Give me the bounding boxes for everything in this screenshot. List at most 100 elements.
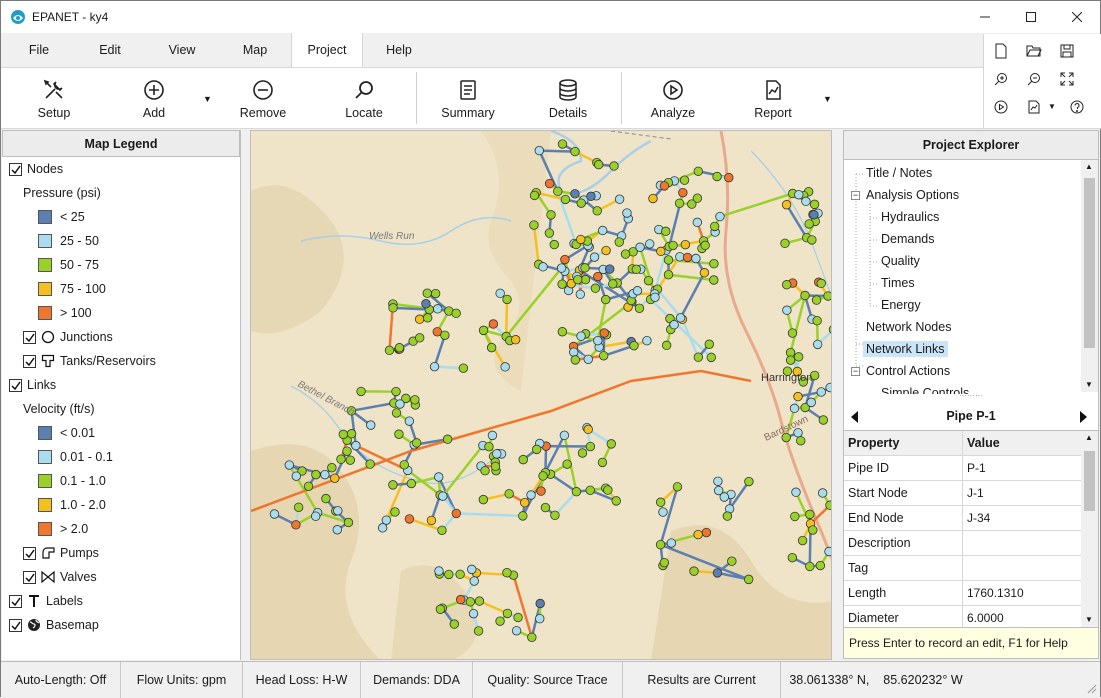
junction-node[interactable]: [577, 199, 586, 208]
junction-node[interactable]: [489, 320, 498, 329]
junction-node[interactable]: [692, 254, 701, 263]
junction-node[interactable]: [415, 334, 424, 343]
junction-node[interactable]: [795, 190, 804, 199]
pipe-link[interactable]: [506, 299, 507, 336]
status-quality[interactable]: Quality: Source Trace: [473, 662, 623, 698]
tree-demands[interactable]: Demands: [881, 232, 935, 246]
junction-node[interactable]: [681, 240, 690, 249]
property-value[interactable]: P-1: [964, 456, 1083, 481]
full-extent-button[interactable]: [1058, 70, 1076, 88]
junction-node[interactable]: [292, 521, 301, 530]
property-value[interactable]: J-34: [964, 506, 1083, 531]
pressure-bin-row[interactable]: > 100: [38, 302, 92, 324]
junction-node[interactable]: [539, 472, 548, 481]
junction-node[interactable]: [794, 392, 803, 401]
junction-node[interactable]: [422, 299, 431, 308]
nodes-checkbox[interactable]: [9, 163, 22, 176]
run-button[interactable]: [992, 98, 1010, 116]
property-scrollbar[interactable]: ▲ ▼: [1081, 431, 1098, 629]
legend-pumps-toggle[interactable]: Pumps: [23, 542, 99, 564]
junction-node[interactable]: [445, 570, 454, 579]
junctions-checkbox[interactable]: [23, 331, 36, 344]
junction-node[interactable]: [466, 598, 475, 607]
junction-node[interactable]: [491, 462, 500, 471]
junction-node[interactable]: [798, 536, 807, 545]
junction-node[interactable]: [392, 387, 401, 396]
junction-node[interactable]: [503, 295, 512, 304]
junction-node[interactable]: [802, 197, 811, 206]
tree-scrollbar[interactable]: ▲ ▼: [1081, 160, 1098, 392]
junction-node[interactable]: [825, 547, 832, 556]
junction-node[interactable]: [826, 383, 832, 392]
junction-node[interactable]: [675, 199, 684, 208]
report-quick-button[interactable]: [1025, 98, 1043, 116]
maximize-button[interactable]: [1008, 1, 1054, 33]
junction-node[interactable]: [312, 470, 321, 479]
junction-node[interactable]: [343, 447, 352, 456]
close-button[interactable]: [1054, 1, 1100, 33]
junction-node[interactable]: [782, 280, 791, 289]
junction-node[interactable]: [782, 200, 791, 209]
junction-node[interactable]: [571, 147, 580, 156]
junction-node[interactable]: [643, 336, 652, 345]
pressure-bin-row[interactable]: < 25: [38, 206, 85, 228]
junction-node[interactable]: [395, 430, 404, 439]
junction-node[interactable]: [810, 210, 819, 219]
junction-node[interactable]: [469, 609, 478, 618]
junction-node[interactable]: [270, 510, 279, 519]
junction-node[interactable]: [569, 348, 578, 357]
junction-node[interactable]: [366, 421, 375, 430]
junction-node[interactable]: [599, 351, 608, 360]
junction-node[interactable]: [545, 179, 554, 188]
junction-node[interactable]: [593, 207, 602, 216]
junction-node[interactable]: [452, 509, 461, 518]
junction-node[interactable]: [819, 416, 828, 425]
junction-node[interactable]: [817, 279, 826, 288]
scroll-up-arrow[interactable]: ▲: [1085, 162, 1093, 171]
junction-node[interactable]: [791, 512, 800, 521]
velocity-swatch[interactable]: [38, 450, 52, 464]
junction-node[interactable]: [716, 212, 725, 221]
junction-node[interactable]: [807, 398, 816, 407]
junction-node[interactable]: [615, 238, 624, 247]
junction-node[interactable]: [602, 246, 611, 255]
junction-node[interactable]: [591, 284, 600, 293]
junction-node[interactable]: [683, 253, 692, 262]
minimize-button[interactable]: [962, 1, 1008, 33]
junction-node[interactable]: [659, 508, 668, 517]
pressure-bin-row[interactable]: 25 - 50: [38, 230, 99, 252]
help-button[interactable]: [1068, 98, 1086, 116]
pressure-swatch[interactable]: [38, 282, 52, 296]
junction-node[interactable]: [586, 486, 595, 495]
pressure-swatch[interactable]: [38, 210, 52, 224]
tree-scroll-thumb[interactable]: [1084, 178, 1095, 348]
junction-node[interactable]: [536, 599, 545, 608]
junction-node[interactable]: [707, 353, 716, 362]
left-splitter[interactable]: [242, 130, 250, 660]
junction-node[interactable]: [728, 557, 737, 566]
junction-node[interactable]: [590, 253, 599, 262]
junction-node[interactable]: [395, 343, 404, 352]
junction-node[interactable]: [561, 255, 570, 264]
junction-node[interactable]: [528, 633, 537, 642]
junction-node[interactable]: [788, 329, 797, 338]
junction-node[interactable]: [456, 570, 465, 579]
junction-node[interactable]: [710, 259, 719, 268]
legend-basemap-toggle[interactable]: Basemap: [9, 614, 99, 636]
junction-node[interactable]: [412, 439, 421, 448]
junction-node[interactable]: [443, 435, 452, 444]
junction-node[interactable]: [511, 335, 520, 344]
junction-node[interactable]: [366, 460, 375, 469]
junction-node[interactable]: [452, 309, 461, 318]
junction-node[interactable]: [694, 353, 703, 362]
junction-node[interactable]: [389, 304, 398, 313]
junction-node[interactable]: [651, 293, 660, 302]
scroll-down-arrow[interactable]: ▼: [1085, 615, 1093, 624]
pressure-swatch[interactable]: [38, 306, 52, 320]
junction-node[interactable]: [594, 160, 603, 169]
pipe-link[interactable]: [539, 151, 575, 152]
junction-node[interactable]: [405, 417, 414, 426]
menu-help[interactable]: Help: [376, 33, 422, 67]
tree-control-actions[interactable]: Control Actions: [866, 364, 950, 378]
junction-node[interactable]: [714, 477, 723, 486]
